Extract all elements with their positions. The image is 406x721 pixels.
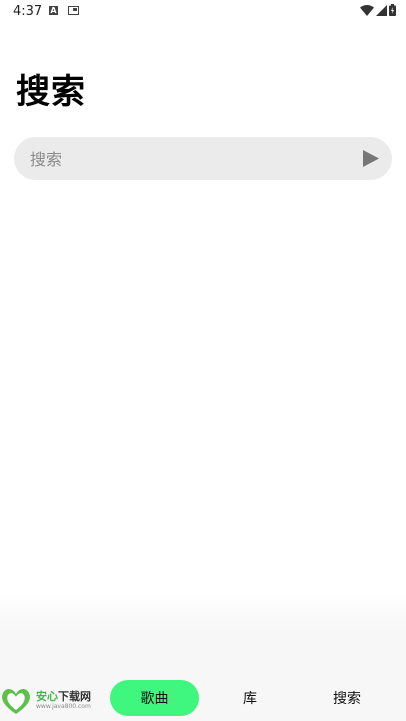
card-notification-icon [68,6,79,15]
status-bar: 4:37 A [0,0,406,24]
watermark-logo: 安心下载网 www.java800.com [0,686,102,718]
page-title: 搜索 [16,72,86,112]
tab-songs[interactable]: 歌曲 [110,680,199,716]
send-icon[interactable] [362,149,380,168]
status-time: 4:37 [13,4,43,19]
a-notification-icon: A [49,6,58,15]
search-input[interactable] [28,137,352,182]
heart-logo-icon [2,688,30,714]
wifi-icon [360,4,374,16]
watermark-url: www.java800.com [36,703,91,710]
status-icons [360,4,396,16]
tab-search[interactable]: 搜索 [314,680,380,716]
tab-library[interactable]: 库 [218,680,282,716]
battery-icon [389,4,396,16]
watermark-title: 安心下载网 [36,690,91,703]
search-bar [14,137,392,182]
signal-icon [376,4,387,16]
